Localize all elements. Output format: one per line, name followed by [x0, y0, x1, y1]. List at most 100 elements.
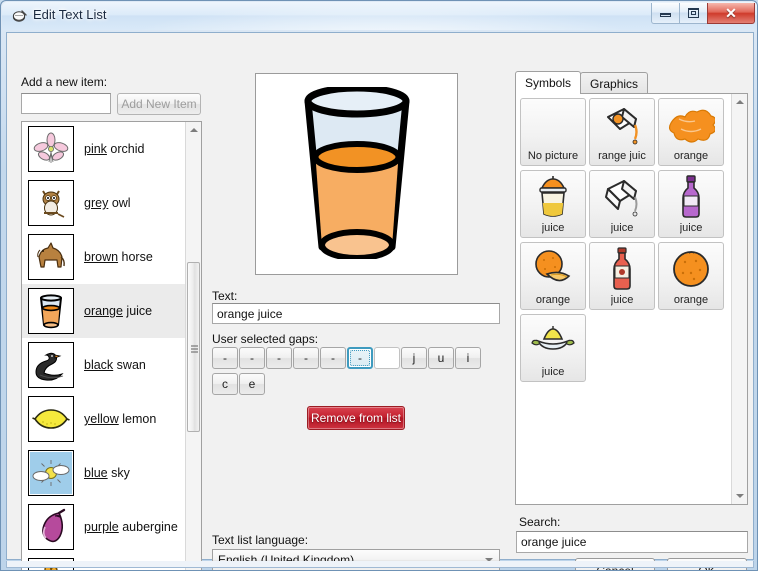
gap-button[interactable]: e — [239, 373, 265, 395]
right-panel-tabstrip: Symbols Graphics — [515, 71, 647, 94]
list-item-label: orange juice — [84, 304, 152, 318]
list-item[interactable]: blue sky — [22, 446, 186, 500]
list-item-colour: grey — [84, 196, 108, 210]
symbol-caption: juice — [611, 294, 634, 307]
symbol-cell[interactable]: juice — [520, 170, 586, 238]
list-item-label: brown horse — [84, 250, 153, 264]
list-item-noun: sky — [111, 466, 130, 480]
list-item-noun: juice — [126, 304, 152, 318]
list-item-noun: orchid — [110, 142, 144, 156]
text-field-input[interactable] — [212, 303, 500, 324]
gap-button[interactable]: - — [293, 347, 319, 369]
list-item-label: pink orchid — [84, 142, 144, 156]
chevron-up-icon — [190, 128, 198, 132]
scroll-up-arrow[interactable] — [186, 122, 201, 138]
symbol-caption: No picture — [528, 150, 578, 163]
list-item-noun: owl — [112, 196, 131, 210]
symbol-cell[interactable]: orange — [658, 242, 724, 310]
symbol-cell[interactable]: juice — [589, 170, 655, 238]
lemon-squeezer-icon — [521, 315, 585, 366]
list-item-colour: blue — [84, 466, 108, 480]
search-input[interactable] — [516, 531, 748, 553]
orchid-flower-icon — [28, 126, 74, 172]
symbols-scroll-up-arrow[interactable] — [732, 94, 747, 110]
symbol-cell[interactable]: orange — [658, 98, 724, 166]
dialog-client-area: Add a new item: Add New Item — [6, 32, 754, 560]
gap-button[interactable]: - — [320, 347, 346, 369]
maximize-icon — [688, 8, 699, 18]
juicer-orange-icon — [521, 171, 585, 222]
list-item[interactable]: yellow lemon — [22, 392, 186, 446]
horse-animal-icon — [28, 234, 74, 280]
list-item[interactable]: pink orchid — [22, 122, 186, 176]
gap-button[interactable]: i — [455, 347, 481, 369]
gap-button[interactable]: - — [212, 347, 238, 369]
list-item-selected[interactable]: orange juice — [22, 284, 186, 338]
list-item[interactable]: purple aubergine — [22, 500, 186, 554]
add-new-item-button[interactable]: Add New Item — [117, 93, 201, 115]
sky-clouds-icon — [28, 450, 74, 496]
minimize-button[interactable] — [651, 3, 680, 24]
symbols-grid: No picture range juic — [520, 98, 732, 386]
symbol-cell[interactable]: range juic — [589, 98, 655, 166]
maximize-button[interactable] — [679, 3, 708, 24]
symbol-caption: orange — [674, 150, 708, 163]
juice-glass-icon — [28, 288, 74, 334]
add-new-item-input[interactable] — [21, 93, 111, 114]
list-item-colour: yellow — [84, 412, 119, 426]
gap-button[interactable]: j — [401, 347, 427, 369]
list-item-noun: horse — [122, 250, 153, 264]
list-item[interactable]: brown horse — [22, 230, 186, 284]
list-item-label: blue sky — [84, 466, 130, 480]
carton-pour-plain-icon — [590, 171, 654, 222]
swan-bird-icon — [28, 342, 74, 388]
orange-whole-icon — [659, 243, 723, 294]
gap-button-selected[interactable]: - — [347, 347, 373, 369]
gap-button[interactable]: - — [239, 347, 265, 369]
text-list-scrollbar[interactable] — [185, 122, 201, 571]
add-new-item-label: Add a new item: — [21, 75, 107, 89]
symbol-cell[interactable]: juice — [658, 170, 724, 238]
screenshot-root: Edit Text List ✕ Add a new item: Add New… — [0, 0, 758, 571]
list-item-colour: orange — [84, 304, 123, 318]
list-item-colour: pink — [84, 142, 107, 156]
scroll-thumb[interactable] — [187, 262, 200, 432]
gap-button[interactable]: - — [266, 347, 292, 369]
text-list-language-label: Text list language: — [212, 533, 308, 547]
list-item[interactable]: black swan — [22, 338, 186, 392]
symbol-cell[interactable]: orange — [520, 242, 586, 310]
symbol-caption: juice — [542, 222, 565, 235]
symbol-cell[interactable]: juice — [520, 314, 586, 382]
close-icon: ✕ — [725, 6, 737, 20]
gap-button[interactable]: c — [212, 373, 238, 395]
symbol-cell[interactable]: juice — [589, 242, 655, 310]
list-item-noun: lemon — [122, 412, 156, 426]
gap-button[interactable]: u — [428, 347, 454, 369]
list-item-noun: swan — [117, 358, 146, 372]
orange-halved-icon — [521, 243, 585, 294]
list-item[interactable]: grey owl — [22, 176, 186, 230]
symbol-preview — [255, 73, 458, 275]
symbol-cell-no-picture[interactable]: No picture — [520, 98, 586, 166]
symbol-caption: juice — [611, 222, 634, 235]
tab-symbols[interactable]: Symbols — [515, 71, 581, 94]
gap-button-blank[interactable] — [374, 347, 400, 369]
scroll-grip-icon — [191, 344, 198, 351]
close-button[interactable]: ✕ — [707, 3, 755, 24]
tab-graphics[interactable]: Graphics — [580, 72, 648, 94]
text-list[interactable]: pink orchid — [21, 121, 202, 571]
bottle-red-icon — [590, 243, 654, 294]
titlebar-glow — [122, 2, 642, 30]
symbol-caption: orange — [536, 294, 570, 307]
bottle-purple-icon — [659, 171, 723, 222]
owl-bird-icon — [28, 180, 74, 226]
chevron-up-icon — [736, 100, 744, 104]
minimize-icon — [660, 13, 671, 17]
juice-glass-large-icon — [282, 87, 432, 262]
symbols-scrollbar[interactable] — [731, 94, 747, 504]
symbol-caption: juice — [542, 366, 565, 379]
edit-text-list-window: Edit Text List ✕ Add a new item: Add New… — [0, 0, 758, 571]
remove-from-list-button[interactable]: Remove from list — [307, 406, 405, 430]
window-status-strip — [6, 561, 754, 568]
symbols-scroll-down-arrow[interactable] — [732, 488, 747, 504]
